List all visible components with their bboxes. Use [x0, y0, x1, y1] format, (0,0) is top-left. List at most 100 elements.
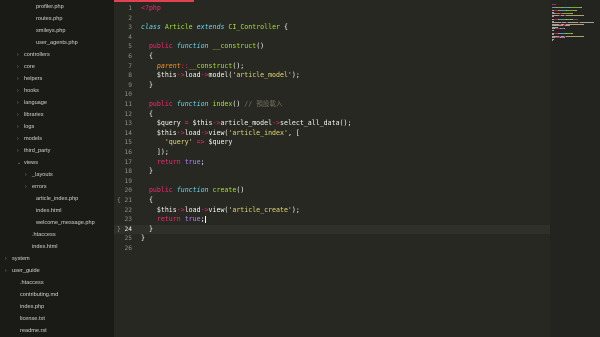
sidebar-file[interactable]: smileys.php [36, 25, 66, 37]
sidebar-item-label: user_agents.php [36, 40, 78, 46]
code-line[interactable]: $this->load->view('article_index', [ [141, 129, 300, 139]
sidebar-item-label: contributing.md [20, 292, 59, 298]
sidebar-file[interactable]: article_index.php [36, 193, 78, 205]
code-line[interactable]: return true; [141, 158, 205, 168]
code-token: true [184, 215, 201, 224]
sidebar-folder[interactable]: › logs [17, 121, 34, 133]
code-line[interactable]: public function index() // 預設載入 [141, 100, 283, 110]
chevron-right-icon[interactable]: › [17, 73, 24, 85]
code-token: $this [141, 205, 177, 214]
minimap-mark [569, 7, 580, 9]
code-line[interactable]: ]); [141, 148, 169, 158]
sidebar-file[interactable]: index.php [20, 301, 44, 313]
sidebar-folder[interactable]: › errors [25, 181, 47, 193]
sidebar-item-label: models [24, 136, 43, 142]
sidebar-folder[interactable]: › core [17, 61, 35, 73]
code-line[interactable]: { [141, 196, 153, 206]
fold-marker[interactable]: } [117, 225, 121, 235]
chevron-right-icon[interactable]: › [17, 85, 24, 97]
code-token: function [176, 100, 209, 108]
code-line[interactable]: public function create() [141, 186, 244, 196]
code-token: __construct [212, 42, 257, 51]
sidebar-file[interactable]: index.html [36, 205, 62, 217]
sidebar-item-label: hooks [24, 88, 39, 94]
code-line[interactable]: } [141, 81, 153, 91]
code-token: , [ [287, 128, 300, 137]
code-line[interactable]: return true; [141, 215, 206, 225]
minimap-mark [566, 10, 576, 12]
chevron-right-icon[interactable]: › [17, 61, 24, 73]
code-token: { [141, 52, 153, 60]
chevron-down-icon[interactable]: ⌄ [17, 157, 24, 169]
sidebar-item-label: license.txt [20, 316, 45, 322]
code-token: true [184, 157, 201, 166]
chevron-right-icon[interactable]: › [17, 121, 24, 133]
code-token: $this [141, 71, 177, 80]
chevron-right-icon[interactable]: › [17, 109, 24, 121]
code-token: $query [204, 138, 233, 147]
line-number: 11 [124, 101, 132, 108]
code-line[interactable]: } [141, 167, 153, 177]
minimap-mark [552, 29, 555, 31]
code-line[interactable]: $this->load->view('article_create'); [141, 206, 300, 216]
active-tab-indicator [114, 0, 194, 2]
code-line[interactable]: parent::__construct(); [141, 62, 244, 72]
code-line[interactable]: { [141, 52, 153, 62]
chevron-right-icon[interactable]: › [5, 265, 12, 277]
sidebar-folder[interactable]: › models [17, 133, 42, 145]
sidebar-file[interactable]: index.html [32, 241, 58, 253]
code-token: 'article_model' [232, 71, 292, 80]
code-line[interactable]: } [141, 234, 145, 244]
code-line[interactable]: $this->load->model('article_model'); [141, 71, 300, 81]
code-line[interactable]: 'query' => $query [141, 138, 233, 148]
sidebar-item-label: controllers [24, 52, 50, 58]
code-token: function [176, 186, 209, 195]
code-token: $query [141, 119, 185, 128]
sidebar-folder[interactable]: › helpers [17, 73, 42, 85]
chevron-right-icon[interactable]: › [25, 181, 32, 193]
code-token: load [184, 128, 201, 137]
sidebar-file[interactable]: license.txt [20, 313, 45, 325]
code-line[interactable]: public function __construct() [141, 42, 264, 52]
code-token: view( [208, 205, 229, 214]
minimap-mark [569, 23, 582, 25]
code-line[interactable]: <?php [141, 4, 161, 14]
line-number: 20 [124, 187, 132, 195]
sidebar-folder[interactable]: › _layouts [25, 169, 53, 181]
sidebar-file[interactable]: contributing.md [20, 289, 58, 301]
sidebar-folder[interactable]: › system [5, 253, 30, 265]
sidebar-item-label: third_party [24, 148, 51, 154]
code-token: create [212, 186, 237, 195]
code-line[interactable]: { [141, 110, 153, 120]
chevron-right-icon[interactable]: › [17, 133, 24, 145]
sidebar-folder[interactable]: › user_guide [5, 265, 40, 277]
code-line[interactable]: } [141, 225, 153, 235]
chevron-right-icon[interactable]: › [17, 49, 24, 61]
chevron-right-icon[interactable]: › [5, 253, 12, 265]
sidebar-item-label: readme.rst [20, 328, 47, 334]
sidebar-file[interactable]: readme.rst [20, 325, 47, 337]
code-line[interactable]: class Article extends CI_Controller { [141, 23, 288, 33]
line-number: 23 [124, 216, 132, 224]
sidebar-folder[interactable]: › hooks [17, 85, 39, 97]
minimap[interactable] [550, 0, 600, 337]
sidebar-item-label: _layouts [32, 172, 53, 178]
chevron-right-icon[interactable]: › [25, 169, 32, 181]
sidebar-file[interactable]: .htaccess [32, 229, 56, 241]
line-number: 26 [124, 245, 132, 252]
sidebar-file[interactable]: profiler.php [36, 1, 64, 13]
code-line[interactable]: $query = $this->article_model->select_al… [141, 119, 352, 129]
sidebar-folder[interactable]: › third_party [17, 145, 50, 157]
fold-marker[interactable]: { [117, 196, 121, 206]
sidebar-file[interactable]: routes.php [36, 13, 62, 25]
sidebar-file[interactable]: welcome_message.php [36, 217, 95, 229]
sidebar-folder[interactable]: › controllers [17, 49, 50, 61]
sidebar-file[interactable]: user_agents.php [36, 37, 78, 49]
chevron-right-icon[interactable]: › [17, 97, 24, 109]
chevron-right-icon[interactable]: › [17, 145, 24, 157]
sidebar-folder[interactable]: ⌄ views [17, 157, 38, 169]
sidebar-folder[interactable]: › libraries [17, 109, 44, 121]
sidebar-file[interactable]: .htaccess [20, 277, 44, 289]
sidebar-folder[interactable]: › language [17, 97, 47, 109]
